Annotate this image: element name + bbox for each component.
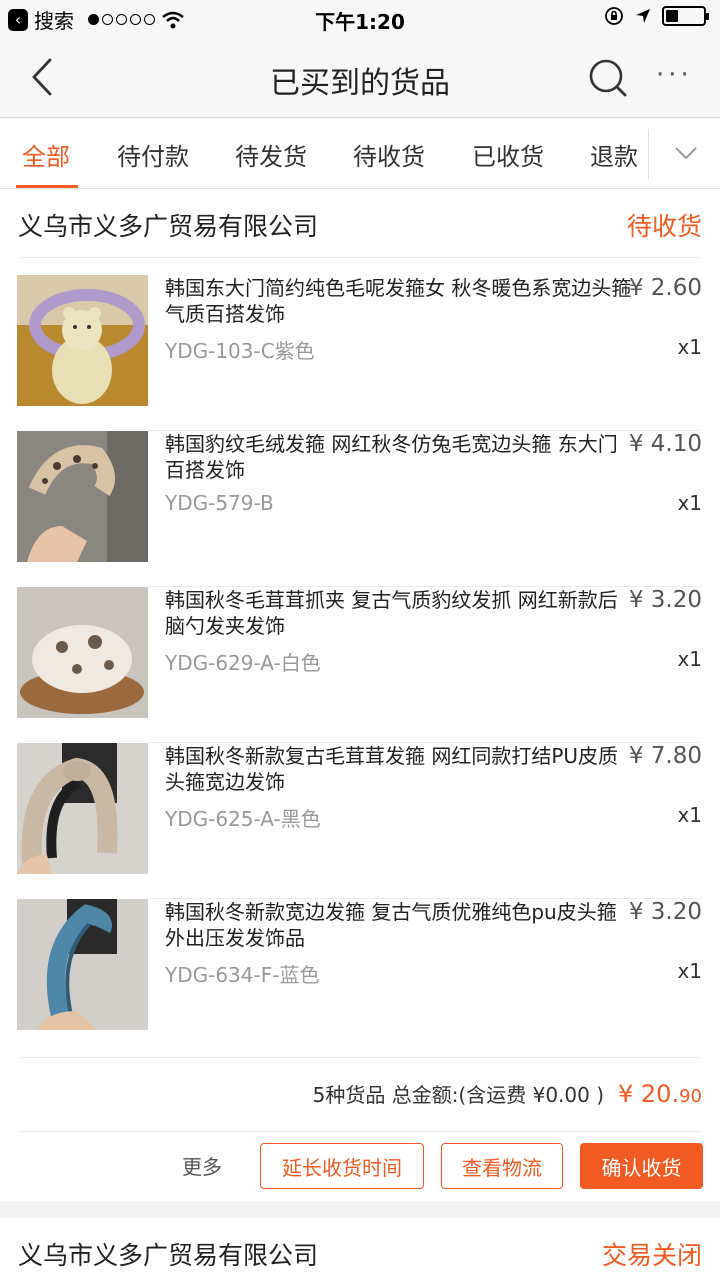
- order-status: 待收货: [626, 212, 702, 241]
- product-price: ¥ 2.60: [628, 275, 702, 301]
- tab-refund[interactable]: 退款: [590, 137, 638, 172]
- divider: [18, 1057, 702, 1058]
- battery-icon: [662, 6, 709, 26]
- order-total: ¥ 20.90: [618, 1080, 702, 1108]
- order-status: 交易关闭: [601, 1241, 702, 1270]
- divider: [18, 257, 702, 258]
- product-sku: YDG-625-A-黑色: [165, 807, 321, 831]
- product-sku: YDG-629-A-白色: [165, 651, 321, 675]
- search-icon[interactable]: [588, 58, 628, 98]
- more-actions-link[interactable]: 更多: [182, 1151, 222, 1180]
- nav-bar: 已买到的货品 ···: [0, 36, 720, 118]
- tab-divider: [648, 129, 649, 179]
- order-total-main: ¥ 20.: [618, 1080, 680, 1108]
- location-icon: [636, 9, 650, 23]
- product-sku: YDG-634-F-蓝色: [165, 963, 320, 987]
- tab-all[interactable]: 全部: [22, 137, 70, 172]
- order-card[interactable]: 义乌市义多广贸易有限公司 待收货 韩国东大门简约纯色毛呢发箍女 秋冬暖色系宽边头…: [0, 189, 720, 1201]
- product-title[interactable]: 韩国秋冬新款宽边发箍 复古气质优雅纯色pu皮头箍外出压发发饰品: [165, 899, 633, 951]
- tab-pending-shipment[interactable]: 待发货: [235, 137, 307, 172]
- product-sku: YDG-103-C紫色: [165, 339, 315, 363]
- product-title[interactable]: 韩国秋冬毛茸茸抓夹 复古气质豹纹发抓 网红新款后脑勺发夹发饰: [165, 587, 633, 639]
- orientation-lock-icon: [605, 7, 623, 25]
- product-price: ¥ 3.20: [628, 899, 702, 925]
- order-item[interactable]: 韩国秋冬新款宽边发箍 复古气质优雅纯色pu皮头箍外出压发发饰品 YDG-634-…: [0, 899, 720, 1055]
- order-item[interactable]: 韩国豹纹毛绒发箍 网红秋冬仿兔毛宽边头箍 东大门百搭发饰 YDG-579-B ¥…: [0, 431, 720, 587]
- product-quantity: x1: [677, 335, 702, 359]
- product-image[interactable]: [17, 743, 148, 874]
- order-actions: 更多 延长收货时间 查看物流 确认收货: [0, 1139, 720, 1189]
- product-price: ¥ 3.20: [628, 587, 702, 613]
- order-summary: 5种货品 总金额:(含运费 ¥0.00 ) ¥ 20.90: [313, 1079, 702, 1108]
- order-item[interactable]: 韩国秋冬毛茸茸抓夹 复古气质豹纹发抓 网红新款后脑勺发夹发饰 YDG-629-A…: [0, 587, 720, 743]
- order-summary-text: 5种货品 总金额:(含运费 ¥0.00 ): [312, 1083, 605, 1107]
- product-quantity: x1: [677, 959, 702, 983]
- order-item[interactable]: 韩国秋冬新款复古毛茸茸发箍 网红同款打结PU皮质头箍宽边发饰 YDG-625-A…: [0, 743, 720, 899]
- view-logistics-button[interactable]: 查看物流: [441, 1143, 563, 1189]
- product-title[interactable]: 韩国豹纹毛绒发箍 网红秋冬仿兔毛宽边头箍 东大门百搭发饰: [165, 431, 633, 483]
- product-price: ¥ 7.80: [628, 743, 702, 769]
- order-total-cents: 90: [679, 1086, 702, 1107]
- extend-receipt-button[interactable]: 延长收货时间: [260, 1143, 424, 1189]
- tab-pending-receipt[interactable]: 待收货: [353, 137, 425, 172]
- tab-pending-payment[interactable]: 待付款: [117, 137, 189, 172]
- product-quantity: x1: [677, 803, 702, 827]
- product-sku: YDG-579-B: [165, 491, 274, 515]
- product-image[interactable]: [17, 275, 148, 406]
- product-image[interactable]: [17, 431, 148, 562]
- divider: [18, 1131, 702, 1132]
- product-image[interactable]: [17, 899, 148, 1030]
- more-menu-icon[interactable]: ···: [656, 60, 693, 90]
- shop-name[interactable]: 义乌市义多广贸易有限公司: [18, 207, 318, 243]
- status-bar: ‹ 搜索 下午1:20: [0, 0, 720, 36]
- active-tab-indicator: [16, 185, 78, 188]
- product-title[interactable]: 韩国东大门简约纯色毛呢发箍女 秋冬暖色系宽边头箍气质百搭发饰: [165, 275, 633, 327]
- product-image[interactable]: [17, 587, 148, 718]
- product-title[interactable]: 韩国秋冬新款复古毛茸茸发箍 网红同款打结PU皮质头箍宽边发饰: [165, 743, 633, 795]
- order-status-tabs: 全部 待付款 待发货 待收货 已收货 退款: [0, 119, 720, 189]
- product-quantity: x1: [677, 491, 702, 515]
- confirm-receipt-button[interactable]: 确认收货: [580, 1143, 703, 1189]
- chevron-down-icon[interactable]: [672, 139, 700, 167]
- order-card[interactable]: 义乌市义多广贸易有限公司 交易关闭: [0, 1218, 720, 1280]
- tab-received[interactable]: 已收货: [472, 137, 544, 172]
- order-item[interactable]: 韩国东大门简约纯色毛呢发箍女 秋冬暖色系宽边头箍气质百搭发饰 YDG-103-C…: [0, 275, 720, 431]
- product-quantity: x1: [677, 647, 702, 671]
- product-price: ¥ 4.10: [628, 431, 702, 457]
- shop-name[interactable]: 义乌市义多广贸易有限公司: [18, 1236, 318, 1272]
